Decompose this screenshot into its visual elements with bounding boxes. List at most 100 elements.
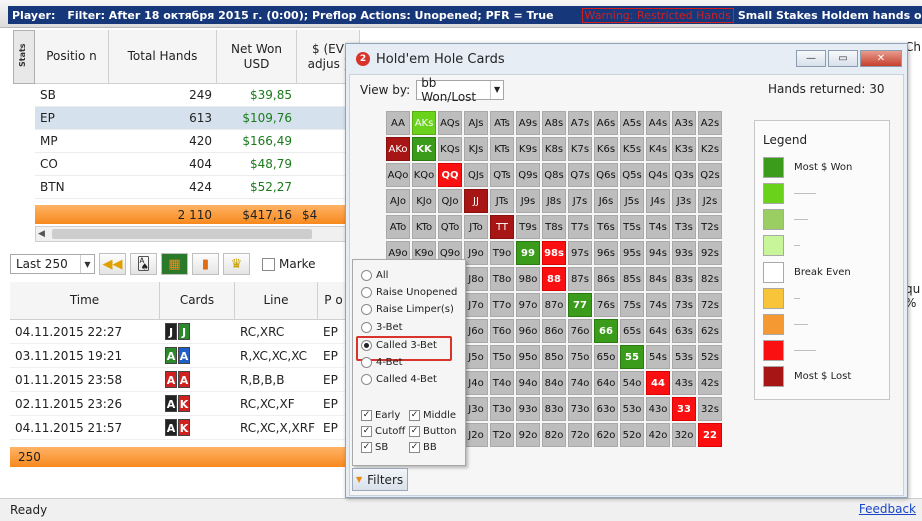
table-row[interactable]: EP 613 $109,76 [35,107,360,130]
hand-cell[interactable]: 85s [620,267,644,291]
radio-button[interactable] [361,304,372,315]
hand-cell[interactable]: 63s [672,319,696,343]
radio-called-3bet[interactable]: Called 3-Bet [361,340,437,351]
hand-cell[interactable]: Q4s [646,163,670,187]
viewby-select[interactable]: bb Won/Lost ▼ [416,76,505,104]
hand-cell[interactable]: A7s [568,111,592,135]
marked-checkbox[interactable] [262,257,275,271]
hand-cell[interactable]: 33 [672,397,696,421]
hand-cell[interactable]: 87s [568,267,592,291]
hand-cell[interactable]: 55 [620,345,644,369]
table-row[interactable]: BTN 424 $52,27 [35,176,360,199]
hand-cell[interactable]: J7o [464,293,488,317]
table-row[interactable]: SB 249 $39,85 [35,84,360,107]
table-row[interactable]: 03.11.2015 19:21 A A R,XC,XC,XC EP [10,344,350,368]
hand-cell[interactable]: 88 [542,267,566,291]
hand-cell[interactable]: J5o [464,345,488,369]
hand-cell[interactable]: 82o [542,423,566,447]
hand-cell[interactable]: J2o [464,423,488,447]
replay-back-icon[interactable]: ◀◀ [99,253,126,275]
hand-cell[interactable]: T8o [490,267,514,291]
hand-cell[interactable]: AA [386,111,410,135]
table-row[interactable]: 01.11.2015 23:58 A A R,B,B,B EP [10,368,350,392]
hand-cell[interactable]: 93s [672,241,696,265]
hand-cell[interactable]: 92s [698,241,722,265]
hand-cell[interactable]: T4o [490,371,514,395]
hand-cell[interactable]: J9s [516,189,540,213]
hand-cell[interactable]: ATo [386,215,410,239]
hand-cell[interactable]: AKo [386,137,410,161]
hand-cell[interactable]: T5o [490,345,514,369]
hand-cell[interactable]: KQo [412,163,436,187]
hand-cell[interactable]: 75s [620,293,644,317]
maximize-icon[interactable]: ▭ [828,50,858,67]
radio-3bet[interactable]: 3-Bet [361,322,403,333]
hand-cell[interactable]: K5s [620,137,644,161]
hand-cell[interactable]: J6s [594,189,618,213]
hand-cell[interactable]: T9o [490,241,514,265]
hand-cell[interactable]: 65o [594,345,618,369]
hand-cell[interactable]: 43s [672,371,696,395]
minimize-icon[interactable]: — [796,50,826,67]
hand-cell[interactable]: KJs [464,137,488,161]
table-row[interactable]: CO 404 $48,79 [35,153,360,176]
hand-cell[interactable]: 87o [542,293,566,317]
checkmark-icon[interactable]: ✓ [409,426,420,437]
hand-cell[interactable]: KK [412,137,436,161]
radio-button[interactable] [361,374,372,385]
hand-cell[interactable]: 64o [594,371,618,395]
dialog-titlebar[interactable]: 2 Hold'em Hole Cards — ▭ ✕ [346,44,907,74]
hand-cell[interactable]: 52s [698,345,722,369]
radio-button[interactable] [361,270,372,281]
hand-cell[interactable]: ATs [490,111,514,135]
col-time[interactable]: Time [10,282,160,319]
last-hands-select[interactable]: Last 250 ▼ [10,254,95,274]
hand-cell[interactable]: K3s [672,137,696,161]
hand-cell[interactable]: 96s [594,241,618,265]
hand-cell[interactable]: KQs [438,137,462,161]
hand-cell[interactable]: K4s [646,137,670,161]
hand-cell[interactable]: 83o [542,397,566,421]
hand-cell[interactable]: JTo [464,215,488,239]
hand-cell[interactable]: 96o [516,319,540,343]
hand-cell[interactable]: 72o [568,423,592,447]
hand-cell[interactable]: 97o [516,293,540,317]
trophy-icon[interactable]: ♛ [223,253,250,275]
hand-cell[interactable]: K7s [568,137,592,161]
hand-cell[interactable]: 43o [646,397,670,421]
col-cards[interactable]: Cards [160,282,235,319]
radio-all[interactable]: All [361,270,388,281]
hand-cell[interactable]: 74s [646,293,670,317]
check-cutoff[interactable]: ✓ Cutoff [361,426,405,437]
hand-cell[interactable]: J3s [672,189,696,213]
bar-graph-icon[interactable]: ▮ [192,253,219,275]
hand-cell[interactable]: AQo [386,163,410,187]
col-total-hands[interactable]: Total Hands [109,30,217,83]
hand-cell[interactable]: 95o [516,345,540,369]
hand-cell[interactable]: 52o [620,423,644,447]
check-sb[interactable]: ✓ SB [361,442,388,453]
checkmark-icon[interactable]: ✓ [361,442,372,453]
hand-grid-icon[interactable]: ▦ [161,253,188,275]
hand-cell[interactable]: 73s [672,293,696,317]
table-row[interactable]: 04.11.2015 21:57 A K RC,XC,X,XRF EP [10,416,350,440]
hand-cell[interactable]: 66 [594,319,618,343]
hand-cell[interactable]: 86o [542,319,566,343]
scroll-thumb[interactable] [52,229,312,239]
hand-cell[interactable]: A8s [542,111,566,135]
hand-cell[interactable]: 75o [568,345,592,369]
hand-cell[interactable]: J3o [464,397,488,421]
hand-cell[interactable]: T9s [516,215,540,239]
chevron-down-icon[interactable]: ▼ [80,255,94,273]
hand-cell[interactable]: T7s [568,215,592,239]
hand-cell[interactable]: Q6s [594,163,618,187]
hand-cell[interactable]: K2s [698,137,722,161]
col-line[interactable]: Line [235,282,318,319]
hand-cell[interactable]: 65s [620,319,644,343]
chevron-down-icon[interactable]: ▼ [490,81,503,99]
hand-cell[interactable]: AKs [412,111,436,135]
hand-cell[interactable]: Q9s [516,163,540,187]
hand-cell[interactable]: QTs [490,163,514,187]
hand-cell[interactable]: J4s [646,189,670,213]
scroll-left-icon[interactable]: ◀ [38,229,45,239]
